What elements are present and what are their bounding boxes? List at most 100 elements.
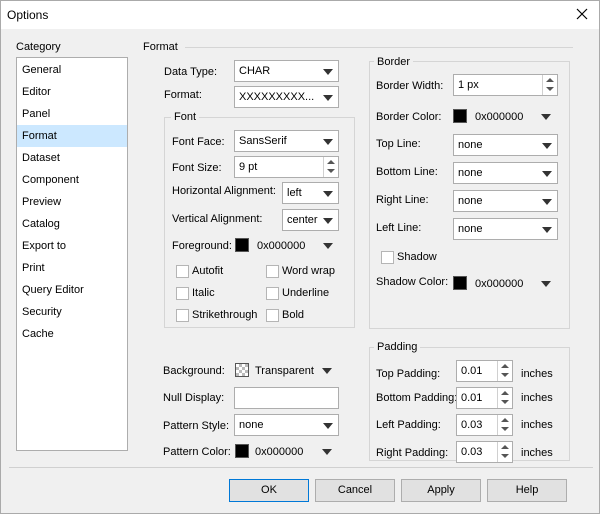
border-group-label: Border <box>374 56 414 68</box>
font-size-spinner[interactable]: 9 pt <box>234 156 339 178</box>
strikethrough-checkbox[interactable] <box>176 309 189 322</box>
category-item-preview[interactable]: Preview <box>17 191 127 213</box>
category-list[interactable]: General Editor Panel Format Dataset Comp… <box>16 57 128 451</box>
word-wrap-checkbox[interactable] <box>266 265 279 278</box>
foreground-color-swatch[interactable] <box>235 238 249 252</box>
close-icon[interactable] <box>571 3 593 25</box>
foreground-label: Foreground: <box>172 240 232 252</box>
bold-label: Bold <box>282 309 305 321</box>
data-type-label: Data Type: <box>164 66 217 78</box>
shadow-label: Shadow <box>397 251 437 263</box>
top-line-label: Top Line: <box>376 138 421 150</box>
spin-up-icon[interactable] <box>501 391 509 395</box>
category-item-dataset[interactable]: Dataset <box>17 147 127 169</box>
category-item-cache[interactable]: Cache <box>17 323 127 345</box>
pattern-style-select[interactable]: none <box>234 414 339 436</box>
left-padding-spinner[interactable]: 0.03 <box>456 414 513 436</box>
padding-group-label: Padding <box>374 341 421 353</box>
null-display-input[interactable] <box>234 387 339 409</box>
top-line-select[interactable]: none <box>453 134 558 156</box>
italic-checkbox[interactable] <box>176 287 189 300</box>
border-color-label: Border Color: <box>376 111 442 123</box>
category-item-editor[interactable]: Editor <box>17 81 127 103</box>
background-color-swatch[interactable] <box>235 363 249 377</box>
border-color-dropdown-icon[interactable] <box>541 114 551 120</box>
word-wrap-label: Word wrap <box>282 265 335 277</box>
border-width-spin-buttons[interactable] <box>542 75 557 95</box>
spin-down-icon[interactable] <box>501 454 509 458</box>
font-face-value: SansSerif <box>239 135 287 147</box>
spin-down-icon[interactable] <box>546 87 554 91</box>
spin-up-icon[interactable] <box>327 160 335 164</box>
bottom-line-select[interactable]: none <box>453 162 558 184</box>
autofit-checkbox[interactable] <box>176 265 189 278</box>
background-label: Background: <box>163 365 225 377</box>
underline-checkbox[interactable] <box>266 287 279 300</box>
right-padding-spin-buttons[interactable] <box>497 442 512 462</box>
ok-button[interactable]: OK <box>229 479 309 502</box>
border-width-label: Border Width: <box>376 80 444 92</box>
bottom-padding-value: 0.01 <box>461 392 483 404</box>
category-item-print[interactable]: Print <box>17 257 127 279</box>
border-width-spinner[interactable]: 1 px <box>453 74 558 96</box>
shadow-checkbox[interactable] <box>381 251 394 264</box>
bottom-padding-spin-buttons[interactable] <box>497 388 512 408</box>
top-padding-label: Top Padding: <box>376 368 441 380</box>
pattern-color-swatch[interactable] <box>235 444 249 458</box>
spin-down-icon[interactable] <box>327 169 335 173</box>
horizontal-alignment-label: Horizontal Alignment: <box>172 185 276 197</box>
left-line-label: Left Line: <box>376 222 422 234</box>
format-label: Format: <box>164 89 202 101</box>
top-padding-spinner[interactable]: 0.01 <box>456 360 513 382</box>
foreground-dropdown-icon[interactable] <box>323 243 333 249</box>
format-select[interactable]: XXXXXXXXX... <box>234 86 339 108</box>
right-padding-spinner[interactable]: 0.03 <box>456 441 513 463</box>
border-width-value: 1 px <box>458 79 479 91</box>
left-line-select[interactable]: none <box>453 218 558 240</box>
help-button[interactable]: Help <box>487 479 567 502</box>
category-item-security[interactable]: Security <box>17 301 127 323</box>
bottom-padding-unit: inches <box>521 392 553 404</box>
category-item-panel[interactable]: Panel <box>17 103 127 125</box>
data-type-select[interactable]: CHAR <box>234 60 339 82</box>
spin-up-icon[interactable] <box>501 418 509 422</box>
border-color-swatch[interactable] <box>453 109 467 123</box>
font-face-select[interactable]: SansSerif <box>234 130 339 152</box>
pattern-color-dropdown-icon[interactable] <box>322 449 332 455</box>
shadow-color-value: 0x000000 <box>475 278 524 290</box>
spin-down-icon[interactable] <box>501 427 509 431</box>
chevron-down-icon <box>542 143 552 149</box>
bold-checkbox[interactable] <box>266 309 279 322</box>
right-line-value: none <box>458 195 483 207</box>
category-item-query-editor[interactable]: Query Editor <box>17 279 127 301</box>
options-dialog: Options Category General Editor Panel Fo… <box>0 0 600 514</box>
vertical-alignment-select[interactable]: center <box>282 209 339 231</box>
autofit-label: Autofit <box>192 265 224 277</box>
chevron-down-icon <box>323 191 333 197</box>
horizontal-alignment-select[interactable]: left <box>282 182 339 204</box>
shadow-color-swatch[interactable] <box>453 276 467 290</box>
right-line-select[interactable]: none <box>453 190 558 212</box>
category-item-catalog[interactable]: Catalog <box>17 213 127 235</box>
apply-button[interactable]: Apply <box>401 479 481 502</box>
font-size-value: 9 pt <box>239 161 258 173</box>
spin-down-icon[interactable] <box>501 400 509 404</box>
top-padding-spin-buttons[interactable] <box>497 361 512 381</box>
spin-down-icon[interactable] <box>501 373 509 377</box>
shadow-color-dropdown-icon[interactable] <box>541 281 551 287</box>
font-size-spin-buttons[interactable] <box>323 157 338 177</box>
pattern-color-label: Pattern Color: <box>163 446 231 458</box>
chevron-down-icon <box>323 139 333 145</box>
spin-up-icon[interactable] <box>501 364 509 368</box>
background-dropdown-icon[interactable] <box>322 368 332 374</box>
category-item-component[interactable]: Component <box>17 169 127 191</box>
cancel-button[interactable]: Cancel <box>315 479 395 502</box>
spin-up-icon[interactable] <box>501 445 509 449</box>
category-item-export-to[interactable]: Export to <box>17 235 127 257</box>
category-item-general[interactable]: General <box>17 59 127 81</box>
category-item-format[interactable]: Format <box>17 125 127 147</box>
bottom-padding-spinner[interactable]: 0.01 <box>456 387 513 409</box>
spin-up-icon[interactable] <box>546 78 554 82</box>
left-padding-spin-buttons[interactable] <box>497 415 512 435</box>
chevron-down-icon <box>542 171 552 177</box>
